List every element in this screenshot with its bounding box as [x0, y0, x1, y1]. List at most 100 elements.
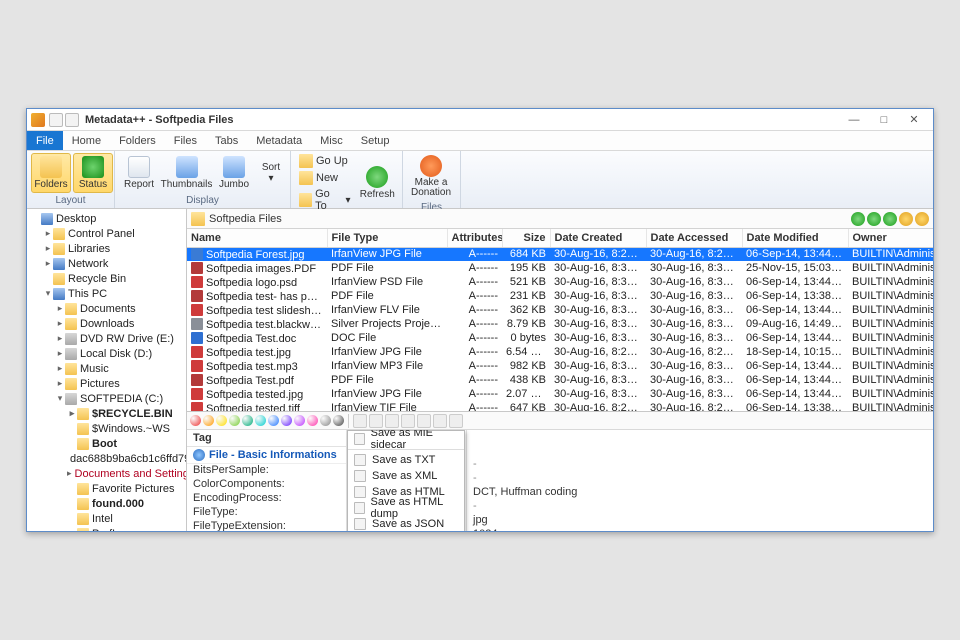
- donate-button[interactable]: Make a Donation: [407, 153, 455, 200]
- ribbon-tab-setup[interactable]: Setup: [352, 131, 399, 150]
- toolbar-button[interactable]: [449, 414, 463, 428]
- file-row[interactable]: Softpedia test.mp3IrfanView MP3 FileA---…: [187, 359, 933, 373]
- qat-button[interactable]: [65, 113, 79, 127]
- expand-icon[interactable]: ▾: [55, 393, 65, 404]
- tag-color-button[interactable]: [216, 415, 227, 426]
- tree-node[interactable]: Intel: [27, 511, 186, 526]
- ribbon-tab-metadata[interactable]: Metadata: [247, 131, 311, 150]
- ribbon-tab-folders[interactable]: Folders: [110, 131, 165, 150]
- tree-node[interactable]: ▸Music: [27, 361, 186, 376]
- column-header[interactable]: File Type: [327, 229, 447, 247]
- refresh-button[interactable]: Refresh: [357, 164, 399, 202]
- folders-button[interactable]: Folders: [31, 153, 71, 193]
- tree-node[interactable]: ▾SOFTPEDIA (C:): [27, 391, 186, 406]
- close-button[interactable]: ✕: [899, 110, 929, 130]
- tag-color-button[interactable]: [242, 415, 253, 426]
- tree-node[interactable]: $Windows.~WS: [27, 421, 186, 436]
- tree-node[interactable]: ▾This PC: [27, 286, 186, 301]
- folder-tree[interactable]: Desktop▸Control Panel▸Libraries▸NetworkR…: [27, 209, 187, 531]
- tag-color-button[interactable]: [333, 415, 344, 426]
- ribbon-tab-misc[interactable]: Misc: [311, 131, 352, 150]
- maximize-button[interactable]: □: [869, 110, 899, 130]
- menu-item[interactable]: Save as HTML dump: [348, 500, 464, 516]
- column-header[interactable]: Date Modified: [742, 229, 848, 247]
- report-button[interactable]: Report: [119, 154, 159, 192]
- tree-node[interactable]: dac688b9ba6cb1c6ffd790: [27, 451, 186, 466]
- tree-node[interactable]: ▸Documents and Settings: [27, 466, 186, 481]
- nav-down-button[interactable]: [883, 212, 897, 226]
- expand-icon[interactable]: ▸: [43, 243, 53, 254]
- save-as-menu[interactable]: Save as MIE sidecarSave as TXTSave as XM…: [347, 430, 465, 531]
- tag-color-button[interactable]: [268, 415, 279, 426]
- minimize-button[interactable]: —: [839, 110, 869, 130]
- tag-color-button[interactable]: [281, 415, 292, 426]
- sort-button[interactable]: Sort ▾: [256, 160, 286, 186]
- tree-node[interactable]: ▸Libraries: [27, 241, 186, 256]
- toolbar-button[interactable]: [353, 414, 367, 428]
- jumbo-button[interactable]: Jumbo: [214, 154, 254, 192]
- options-button[interactable]: [915, 212, 929, 226]
- file-list-container[interactable]: NameFile TypeAttributesSizeDate Created D…: [187, 229, 933, 411]
- thumbnails-button[interactable]: Thumbnails: [161, 154, 212, 192]
- column-header[interactable]: Size: [502, 229, 550, 247]
- toolbar-button[interactable]: [417, 414, 431, 428]
- tag-color-button[interactable]: [294, 415, 305, 426]
- toolbar-button[interactable]: [369, 414, 383, 428]
- column-header[interactable]: Attributes: [447, 229, 502, 247]
- tree-node[interactable]: Desktop: [27, 211, 186, 226]
- menu-item[interactable]: Save as MIE sidecar: [348, 431, 464, 447]
- tree-node[interactable]: PerfLogs: [27, 526, 186, 531]
- file-row[interactable]: Softpedia tested.tiffIrfanView TIF FileA…: [187, 401, 933, 411]
- expand-icon[interactable]: ▸: [55, 303, 65, 314]
- expand-icon[interactable]: ▸: [43, 228, 53, 239]
- file-row[interactable]: Softpedia Forest.jpgIrfanView JPG FileA-…: [187, 247, 933, 261]
- title-bar[interactable]: Metadata++ - Softpedia Files — □ ✕: [27, 109, 933, 131]
- tag-color-button[interactable]: [203, 415, 214, 426]
- tree-node[interactable]: Favorite Pictures: [27, 481, 186, 496]
- ribbon-tab-file[interactable]: File: [27, 131, 63, 150]
- tree-node[interactable]: ▸Local Disk (D:): [27, 346, 186, 361]
- file-row[interactable]: Softpedia images.PDFPDF FileA------195 K…: [187, 261, 933, 275]
- ribbon-tab-home[interactable]: Home: [63, 131, 110, 150]
- column-header[interactable]: Name: [187, 229, 327, 247]
- metadata-section[interactable]: File - Basic Informations: [187, 447, 346, 464]
- file-list[interactable]: NameFile TypeAttributesSizeDate Created D…: [187, 229, 933, 411]
- tree-node[interactable]: Boot: [27, 436, 186, 451]
- file-row[interactable]: Softpedia Test.docDOC FileA------0 bytes…: [187, 331, 933, 345]
- tree-node[interactable]: ▸Downloads: [27, 316, 186, 331]
- tree-node[interactable]: ▸Network: [27, 256, 186, 271]
- tree-node[interactable]: ▸Documents: [27, 301, 186, 316]
- menu-item[interactable]: Save as TXT: [348, 452, 464, 468]
- current-path[interactable]: Softpedia Files: [209, 213, 851, 225]
- qat-button[interactable]: [49, 113, 63, 127]
- file-row[interactable]: Softpedia test- has pass (1).pdfPDF File…: [187, 289, 933, 303]
- file-row[interactable]: Softpedia test slideshow.flvIrfanView FL…: [187, 303, 933, 317]
- toolbar-button[interactable]: [385, 414, 399, 428]
- file-row[interactable]: Softpedia logo.psdIrfanView PSD FileA---…: [187, 275, 933, 289]
- tag-color-button[interactable]: [320, 415, 331, 426]
- expand-icon[interactable]: ▸: [55, 318, 65, 329]
- add-tab-button[interactable]: [851, 212, 865, 226]
- expand-icon[interactable]: ▸: [55, 363, 65, 374]
- expand-icon[interactable]: ▸: [67, 468, 72, 479]
- tag-color-button[interactable]: [229, 415, 240, 426]
- file-row[interactable]: Softpedia Test.pdfPDF FileA------438 KB3…: [187, 373, 933, 387]
- expand-icon[interactable]: ▸: [55, 348, 65, 359]
- expand-icon[interactable]: ▸: [55, 333, 65, 344]
- file-row[interactable]: Softpedia test.blackwhiteProjectSilver P…: [187, 317, 933, 331]
- tree-node[interactable]: ▸Control Panel: [27, 226, 186, 241]
- expand-icon[interactable]: ▸: [67, 408, 77, 419]
- tree-node[interactable]: ▸Pictures: [27, 376, 186, 391]
- ribbon-tab-files[interactable]: Files: [165, 131, 206, 150]
- column-header[interactable]: Owner: [848, 229, 933, 247]
- new-button[interactable]: New: [295, 170, 355, 186]
- column-header[interactable]: Date Created: [550, 229, 646, 247]
- ribbon-tab-tabs[interactable]: Tabs: [206, 131, 247, 150]
- tree-node[interactable]: Recycle Bin: [27, 271, 186, 286]
- pin-button[interactable]: [899, 212, 913, 226]
- tree-node[interactable]: ▸$RECYCLE.BIN: [27, 406, 186, 421]
- tag-color-button[interactable]: [255, 415, 266, 426]
- tag-color-button[interactable]: [190, 415, 201, 426]
- toolbar-button[interactable]: [401, 414, 415, 428]
- nav-up-button[interactable]: [867, 212, 881, 226]
